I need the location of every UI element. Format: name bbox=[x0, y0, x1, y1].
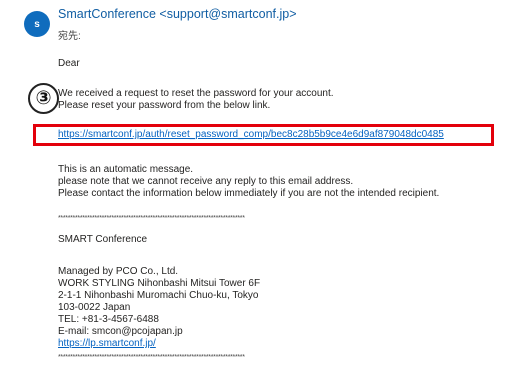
request-line-1: We received a request to reset the passw… bbox=[58, 88, 334, 99]
sender-name[interactable]: SmartConference <support@smartconf.jp> bbox=[58, 7, 297, 21]
address-line-2: 2-1-1 Nihonbashi Muromachi Chuo-ku, Toky… bbox=[58, 290, 259, 301]
telephone: TEL: +81-3-4567-6488 bbox=[58, 314, 159, 325]
organization-name: SMART Conference bbox=[58, 234, 148, 245]
separator-top: ****************************************… bbox=[58, 215, 245, 222]
recipient-label: 宛先: bbox=[58, 31, 81, 42]
sender-avatar[interactable]: s bbox=[24, 11, 50, 37]
auto-message-line-2: please note that we cannot receive any r… bbox=[58, 176, 354, 187]
postal-code: 103-0022 Japan bbox=[58, 302, 131, 313]
separator-bottom: ****************************************… bbox=[58, 354, 245, 361]
contact-email: E-mail: smcon@pcojapan.jp bbox=[58, 326, 183, 337]
reset-password-link[interactable]: https://smartconf.jp/auth/reset_password… bbox=[58, 129, 444, 141]
greeting: Dear bbox=[58, 58, 80, 69]
auto-message-line-3: Please contact the information below imm… bbox=[58, 188, 440, 199]
request-line-2: Please reset your password from the belo… bbox=[58, 100, 271, 111]
auto-message-line-1: This is an automatic message. bbox=[58, 164, 194, 175]
email-reading-pane: s SmartConference <support@smartconf.jp>… bbox=[0, 0, 505, 376]
step-number-badge: ③ bbox=[28, 83, 59, 114]
address-line-1: WORK STYLING Nihonbashi Mitsui Tower 6F bbox=[58, 278, 261, 289]
website-link[interactable]: https://lp.smartconf.jp/ bbox=[58, 338, 156, 350]
managed-by: Managed by PCO Co., Ltd. bbox=[58, 266, 179, 277]
